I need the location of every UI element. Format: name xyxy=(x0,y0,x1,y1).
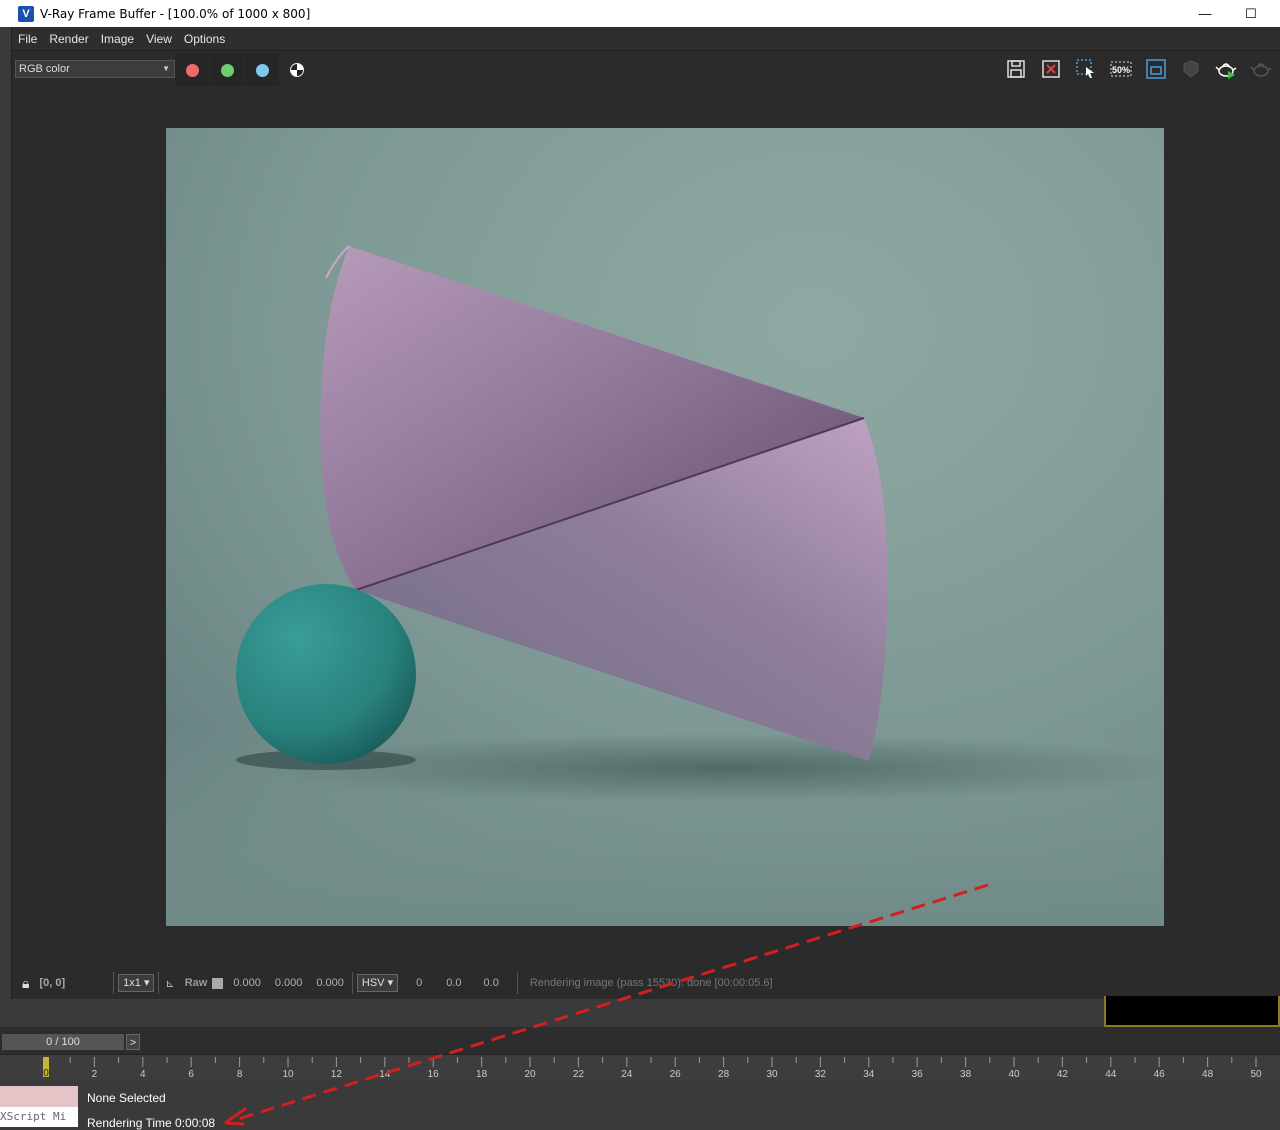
window-title: V-Ray Frame Buffer - [100.0% of 1000 x 8… xyxy=(40,6,311,21)
sample-size-dropdown[interactable]: 1x1 ▾ xyxy=(118,974,155,992)
zoom-label: 50% xyxy=(1112,65,1130,75)
timeline-tick-label: 34 xyxy=(863,1069,875,1080)
timeline-tick-label: 42 xyxy=(1057,1069,1069,1080)
mono-channel-button[interactable] xyxy=(280,54,314,86)
rgb-g-value: 0.000 xyxy=(274,977,303,989)
maxscript-mini-listener[interactable]: XScript Mi xyxy=(0,1086,78,1130)
timeline-tick-label: 48 xyxy=(1202,1069,1214,1080)
render-viewport[interactable] xyxy=(12,87,1280,967)
timeline-tick-label: 20 xyxy=(524,1069,536,1080)
timeline-tick-label: 28 xyxy=(718,1069,730,1080)
selection-status: None Selected xyxy=(87,1091,166,1105)
timeline-tick-label: 46 xyxy=(1154,1069,1166,1080)
color-mode-dropdown[interactable]: HSV ▾ xyxy=(356,974,399,992)
timeline-tick-label: 14 xyxy=(379,1069,391,1080)
menu-file[interactable]: File xyxy=(12,32,43,46)
max-trackbar-area xyxy=(0,999,1280,1027)
chevron-down-icon: ▼ xyxy=(162,64,170,73)
clear-image-icon[interactable] xyxy=(1038,57,1064,81)
next-frame-button[interactable]: > xyxy=(126,1034,140,1050)
red-dot-icon xyxy=(185,63,199,77)
green-channel-button[interactable] xyxy=(210,54,244,86)
blue-dot-icon xyxy=(255,63,269,77)
timeline-tick-label: 50 xyxy=(1250,1069,1262,1080)
vfb-status-bar: 🔒︎ [0, 0] 1x1 ▾ ⊾ Raw 0.000 0.000 0.000 … xyxy=(12,967,1280,999)
sample-size-value: 1x1 xyxy=(123,977,141,989)
timeline-tick-label: 38 xyxy=(960,1069,972,1080)
timeline-tick-label: 30 xyxy=(766,1069,778,1080)
listener-text: XScript Mi xyxy=(0,1107,78,1127)
hsv-v-value: 0.0 xyxy=(483,977,499,989)
red-channel-button[interactable] xyxy=(175,54,209,86)
timeline-tick-label: 18 xyxy=(476,1069,488,1080)
raw-label: Raw xyxy=(184,977,208,989)
render-status-message: Rendering image (pass 15530): done [00:0… xyxy=(529,977,773,989)
max-left-panel xyxy=(0,27,12,1027)
window-titlebar: V V-Ray Frame Buffer - [100.0% of 1000 x… xyxy=(0,0,1280,27)
blue-channel-button[interactable] xyxy=(245,54,279,86)
pixel-coords: [0, 0] xyxy=(39,977,66,989)
vray-logo-icon: V xyxy=(18,5,34,22)
channel-dropdown[interactable]: RGB color ▼ xyxy=(15,60,175,78)
lock-icon[interactable]: 🔒︎ xyxy=(22,975,29,992)
menu-bar: File Render Image View Options xyxy=(12,27,1280,51)
time-slider[interactable]: 0 / 100 xyxy=(2,1034,124,1050)
menu-view[interactable]: View xyxy=(140,32,178,46)
minimize-button[interactable]: — xyxy=(1182,0,1228,27)
timeline-tick-label: 16 xyxy=(428,1069,440,1080)
hsv-h-value: 0 xyxy=(416,977,423,989)
interactive-teapot-icon[interactable] xyxy=(1248,57,1274,81)
timeline-tick-label: 4 xyxy=(140,1069,146,1080)
timeline-ruler: 0 2 4 6 8 10 12 14 16 18 20 22 24 26 28 30 32 34 36 38 40 42 4… xyxy=(43,1057,1262,1080)
render-teapot-icon[interactable] xyxy=(1213,57,1239,81)
timeline-tick-label: 44 xyxy=(1105,1069,1117,1080)
hsv-s-value: 0.0 xyxy=(446,977,462,989)
menu-options[interactable]: Options xyxy=(178,32,231,46)
time-slider-row: 0 / 100 > xyxy=(0,1028,1280,1054)
color-corrections-icon[interactable]: ⊾ xyxy=(165,977,174,990)
timeline-tick-label: 40 xyxy=(1008,1069,1020,1080)
timeline-tick-label: 2 xyxy=(92,1069,98,1080)
timeline-tick-label: 32 xyxy=(815,1069,827,1080)
timeline-trackbar[interactable]: 0 2 4 6 8 10 12 14 16 18 20 22 24 26 28 30 32 34 36 38 40 42 4… xyxy=(0,1054,1280,1080)
channel-dropdown-value: RGB color xyxy=(19,63,70,75)
region-render-icon[interactable] xyxy=(1073,57,1099,81)
timeline-tick-label: 22 xyxy=(573,1069,585,1080)
timeline-tick-label: 26 xyxy=(670,1069,682,1080)
menu-image[interactable]: Image xyxy=(95,32,140,46)
timeline-tick-label: 24 xyxy=(621,1069,633,1080)
rendering-time: Rendering Time 0:00:08 xyxy=(87,1116,216,1130)
mono-icon xyxy=(290,63,304,77)
vfb-toolbar: RGB color ▼ 50% xyxy=(12,51,1280,87)
save-icon[interactable] xyxy=(1003,57,1029,81)
raw-color-swatch xyxy=(212,977,224,989)
render-window-icon[interactable] xyxy=(1143,57,1169,81)
timeline-tick-label: 36 xyxy=(912,1069,924,1080)
timeline-tick-label: 6 xyxy=(188,1069,194,1080)
stop-icon[interactable] xyxy=(1178,57,1204,81)
rgb-r-value: 0.000 xyxy=(233,977,261,989)
status-info-bar: XScript Mi None Selected Rendering Time … xyxy=(0,1080,1280,1130)
timeline-tick-label: 12 xyxy=(331,1069,343,1080)
maximize-button[interactable]: ☐ xyxy=(1228,0,1274,27)
mini-viewport[interactable] xyxy=(1104,996,1280,1027)
zoom-icon[interactable]: 50% xyxy=(1108,57,1134,81)
color-mode-value: HSV xyxy=(361,977,385,989)
timeline-tick-label: 10 xyxy=(282,1069,294,1080)
rgb-b-value: 0.000 xyxy=(316,977,344,989)
rendered-image xyxy=(166,128,1164,926)
current-frame-label: 0 xyxy=(43,1068,49,1079)
green-dot-icon xyxy=(220,63,234,77)
timeline-tick-label: 8 xyxy=(237,1069,243,1080)
menu-render[interactable]: Render xyxy=(43,32,94,46)
